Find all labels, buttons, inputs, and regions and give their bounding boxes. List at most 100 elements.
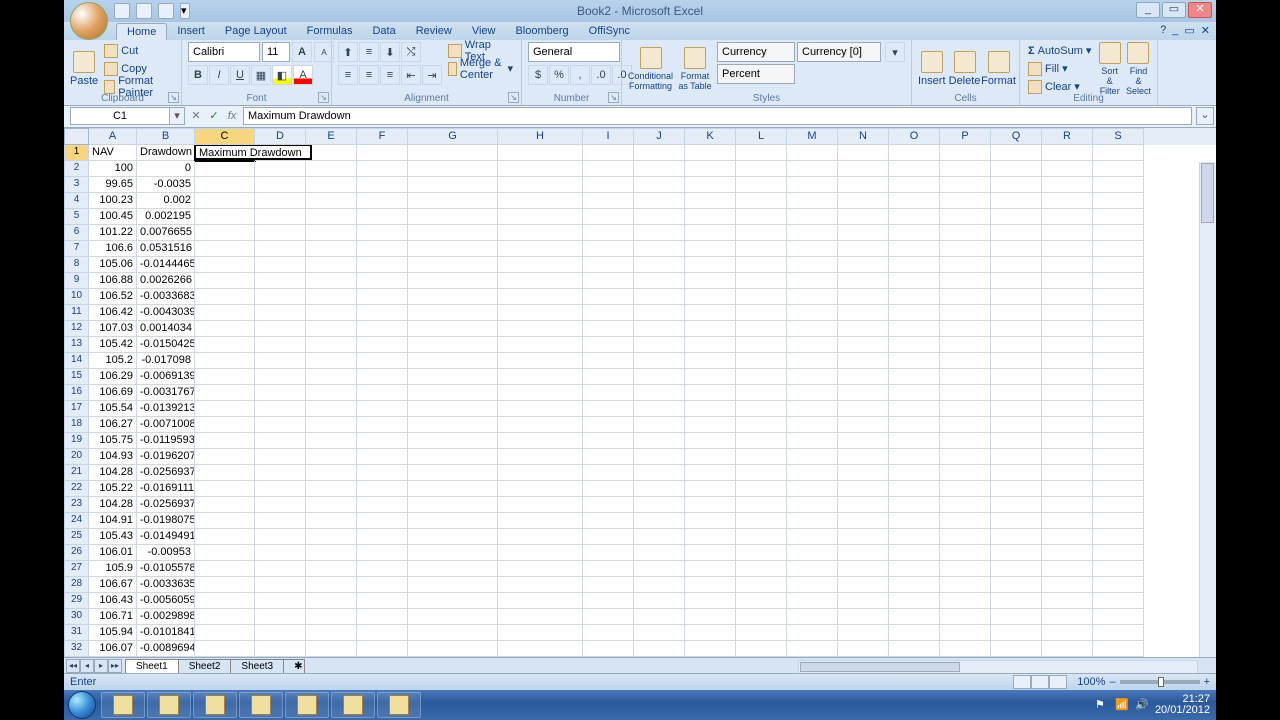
cell[interactable] bbox=[889, 433, 940, 449]
cell[interactable] bbox=[634, 577, 685, 593]
cell[interactable] bbox=[1093, 289, 1144, 305]
cell[interactable] bbox=[357, 289, 408, 305]
cell[interactable] bbox=[787, 385, 838, 401]
column-header-J[interactable]: J bbox=[634, 128, 685, 145]
cell[interactable]: 105.9 bbox=[89, 561, 137, 577]
cell[interactable] bbox=[787, 337, 838, 353]
cell[interactable] bbox=[195, 481, 255, 497]
cell[interactable] bbox=[889, 177, 940, 193]
cell[interactable] bbox=[306, 241, 357, 257]
tray-flag-icon[interactable]: ⚑ bbox=[1095, 698, 1109, 712]
cell[interactable] bbox=[498, 513, 583, 529]
cell[interactable] bbox=[634, 209, 685, 225]
row-header[interactable]: 31 bbox=[64, 625, 89, 641]
cell[interactable]: 0.0076655 bbox=[137, 225, 195, 241]
cell[interactable] bbox=[634, 529, 685, 545]
cell[interactable]: -0.0139213 bbox=[137, 401, 195, 417]
cell[interactable] bbox=[685, 337, 736, 353]
cell[interactable] bbox=[685, 641, 736, 657]
cell[interactable] bbox=[583, 401, 634, 417]
cell[interactable] bbox=[787, 497, 838, 513]
cell[interactable] bbox=[685, 321, 736, 337]
find-select-button[interactable]: Find & Select bbox=[1126, 42, 1151, 96]
cell[interactable] bbox=[306, 609, 357, 625]
cell[interactable] bbox=[255, 529, 306, 545]
cell[interactable] bbox=[195, 225, 255, 241]
cell[interactable] bbox=[838, 177, 889, 193]
cell[interactable] bbox=[357, 193, 408, 209]
row-header[interactable]: 20 bbox=[64, 449, 89, 465]
cell[interactable] bbox=[634, 545, 685, 561]
cell[interactable] bbox=[787, 625, 838, 641]
cell[interactable] bbox=[1093, 561, 1144, 577]
cell[interactable] bbox=[889, 369, 940, 385]
cell[interactable] bbox=[195, 161, 255, 177]
sort-filter-button[interactable]: Sort & Filter bbox=[1097, 42, 1122, 96]
cell[interactable] bbox=[940, 577, 991, 593]
cell[interactable] bbox=[357, 273, 408, 289]
cell[interactable] bbox=[838, 481, 889, 497]
cell[interactable] bbox=[306, 401, 357, 417]
cell[interactable]: -0.0256937 bbox=[137, 465, 195, 481]
cell[interactable] bbox=[787, 609, 838, 625]
row-header[interactable]: 14 bbox=[64, 353, 89, 369]
cell[interactable] bbox=[787, 241, 838, 257]
cell[interactable] bbox=[787, 353, 838, 369]
column-header-Q[interactable]: Q bbox=[991, 128, 1042, 145]
cell[interactable] bbox=[634, 513, 685, 529]
column-header-L[interactable]: L bbox=[736, 128, 787, 145]
cell[interactable] bbox=[685, 433, 736, 449]
shrink-font-button[interactable]: A bbox=[314, 42, 334, 62]
row-header[interactable]: 4 bbox=[64, 193, 89, 209]
cell[interactable] bbox=[498, 385, 583, 401]
row-header[interactable]: 24 bbox=[64, 513, 89, 529]
cell[interactable] bbox=[889, 593, 940, 609]
cell[interactable] bbox=[889, 465, 940, 481]
cell[interactable] bbox=[889, 321, 940, 337]
cell[interactable] bbox=[498, 481, 583, 497]
cell[interactable] bbox=[889, 417, 940, 433]
cell[interactable] bbox=[838, 353, 889, 369]
cell[interactable] bbox=[736, 545, 787, 561]
cell[interactable] bbox=[634, 641, 685, 657]
cell[interactable]: 104.93 bbox=[89, 449, 137, 465]
cell[interactable] bbox=[991, 385, 1042, 401]
row-header[interactable]: 3 bbox=[64, 177, 89, 193]
cell[interactable]: 104.28 bbox=[89, 465, 137, 481]
cell[interactable] bbox=[991, 225, 1042, 241]
cell[interactable] bbox=[255, 625, 306, 641]
cell[interactable] bbox=[408, 225, 498, 241]
cell[interactable] bbox=[255, 369, 306, 385]
cell[interactable] bbox=[408, 353, 498, 369]
column-header-O[interactable]: O bbox=[889, 128, 940, 145]
cell[interactable] bbox=[255, 401, 306, 417]
cell[interactable] bbox=[255, 609, 306, 625]
cell[interactable] bbox=[991, 561, 1042, 577]
cell[interactable] bbox=[991, 465, 1042, 481]
font-dialog-launcher[interactable]: ↘ bbox=[318, 92, 329, 103]
cell[interactable] bbox=[583, 433, 634, 449]
cell[interactable] bbox=[736, 641, 787, 657]
cell[interactable] bbox=[408, 209, 498, 225]
cell[interactable] bbox=[991, 257, 1042, 273]
cell[interactable] bbox=[685, 497, 736, 513]
cell[interactable] bbox=[991, 337, 1042, 353]
maximize-button[interactable]: ▭ bbox=[1162, 2, 1186, 18]
cell[interactable] bbox=[838, 417, 889, 433]
cell[interactable] bbox=[634, 273, 685, 289]
row-header[interactable]: 12 bbox=[64, 321, 89, 337]
cell[interactable] bbox=[889, 609, 940, 625]
cell[interactable] bbox=[889, 641, 940, 657]
cell[interactable] bbox=[1093, 305, 1144, 321]
taskbar-clock[interactable]: 21:27 20/01/2012 bbox=[1155, 694, 1210, 716]
row-header[interactable]: 15 bbox=[64, 369, 89, 385]
cell[interactable] bbox=[991, 577, 1042, 593]
cell[interactable] bbox=[838, 257, 889, 273]
row-header[interactable]: 21 bbox=[64, 465, 89, 481]
cell[interactable] bbox=[1093, 625, 1144, 641]
cell[interactable]: -0.0089694 bbox=[137, 641, 195, 657]
cell[interactable] bbox=[498, 273, 583, 289]
cell[interactable]: 105.54 bbox=[89, 401, 137, 417]
border-button[interactable]: ▦ bbox=[251, 65, 271, 85]
cell[interactable] bbox=[583, 561, 634, 577]
